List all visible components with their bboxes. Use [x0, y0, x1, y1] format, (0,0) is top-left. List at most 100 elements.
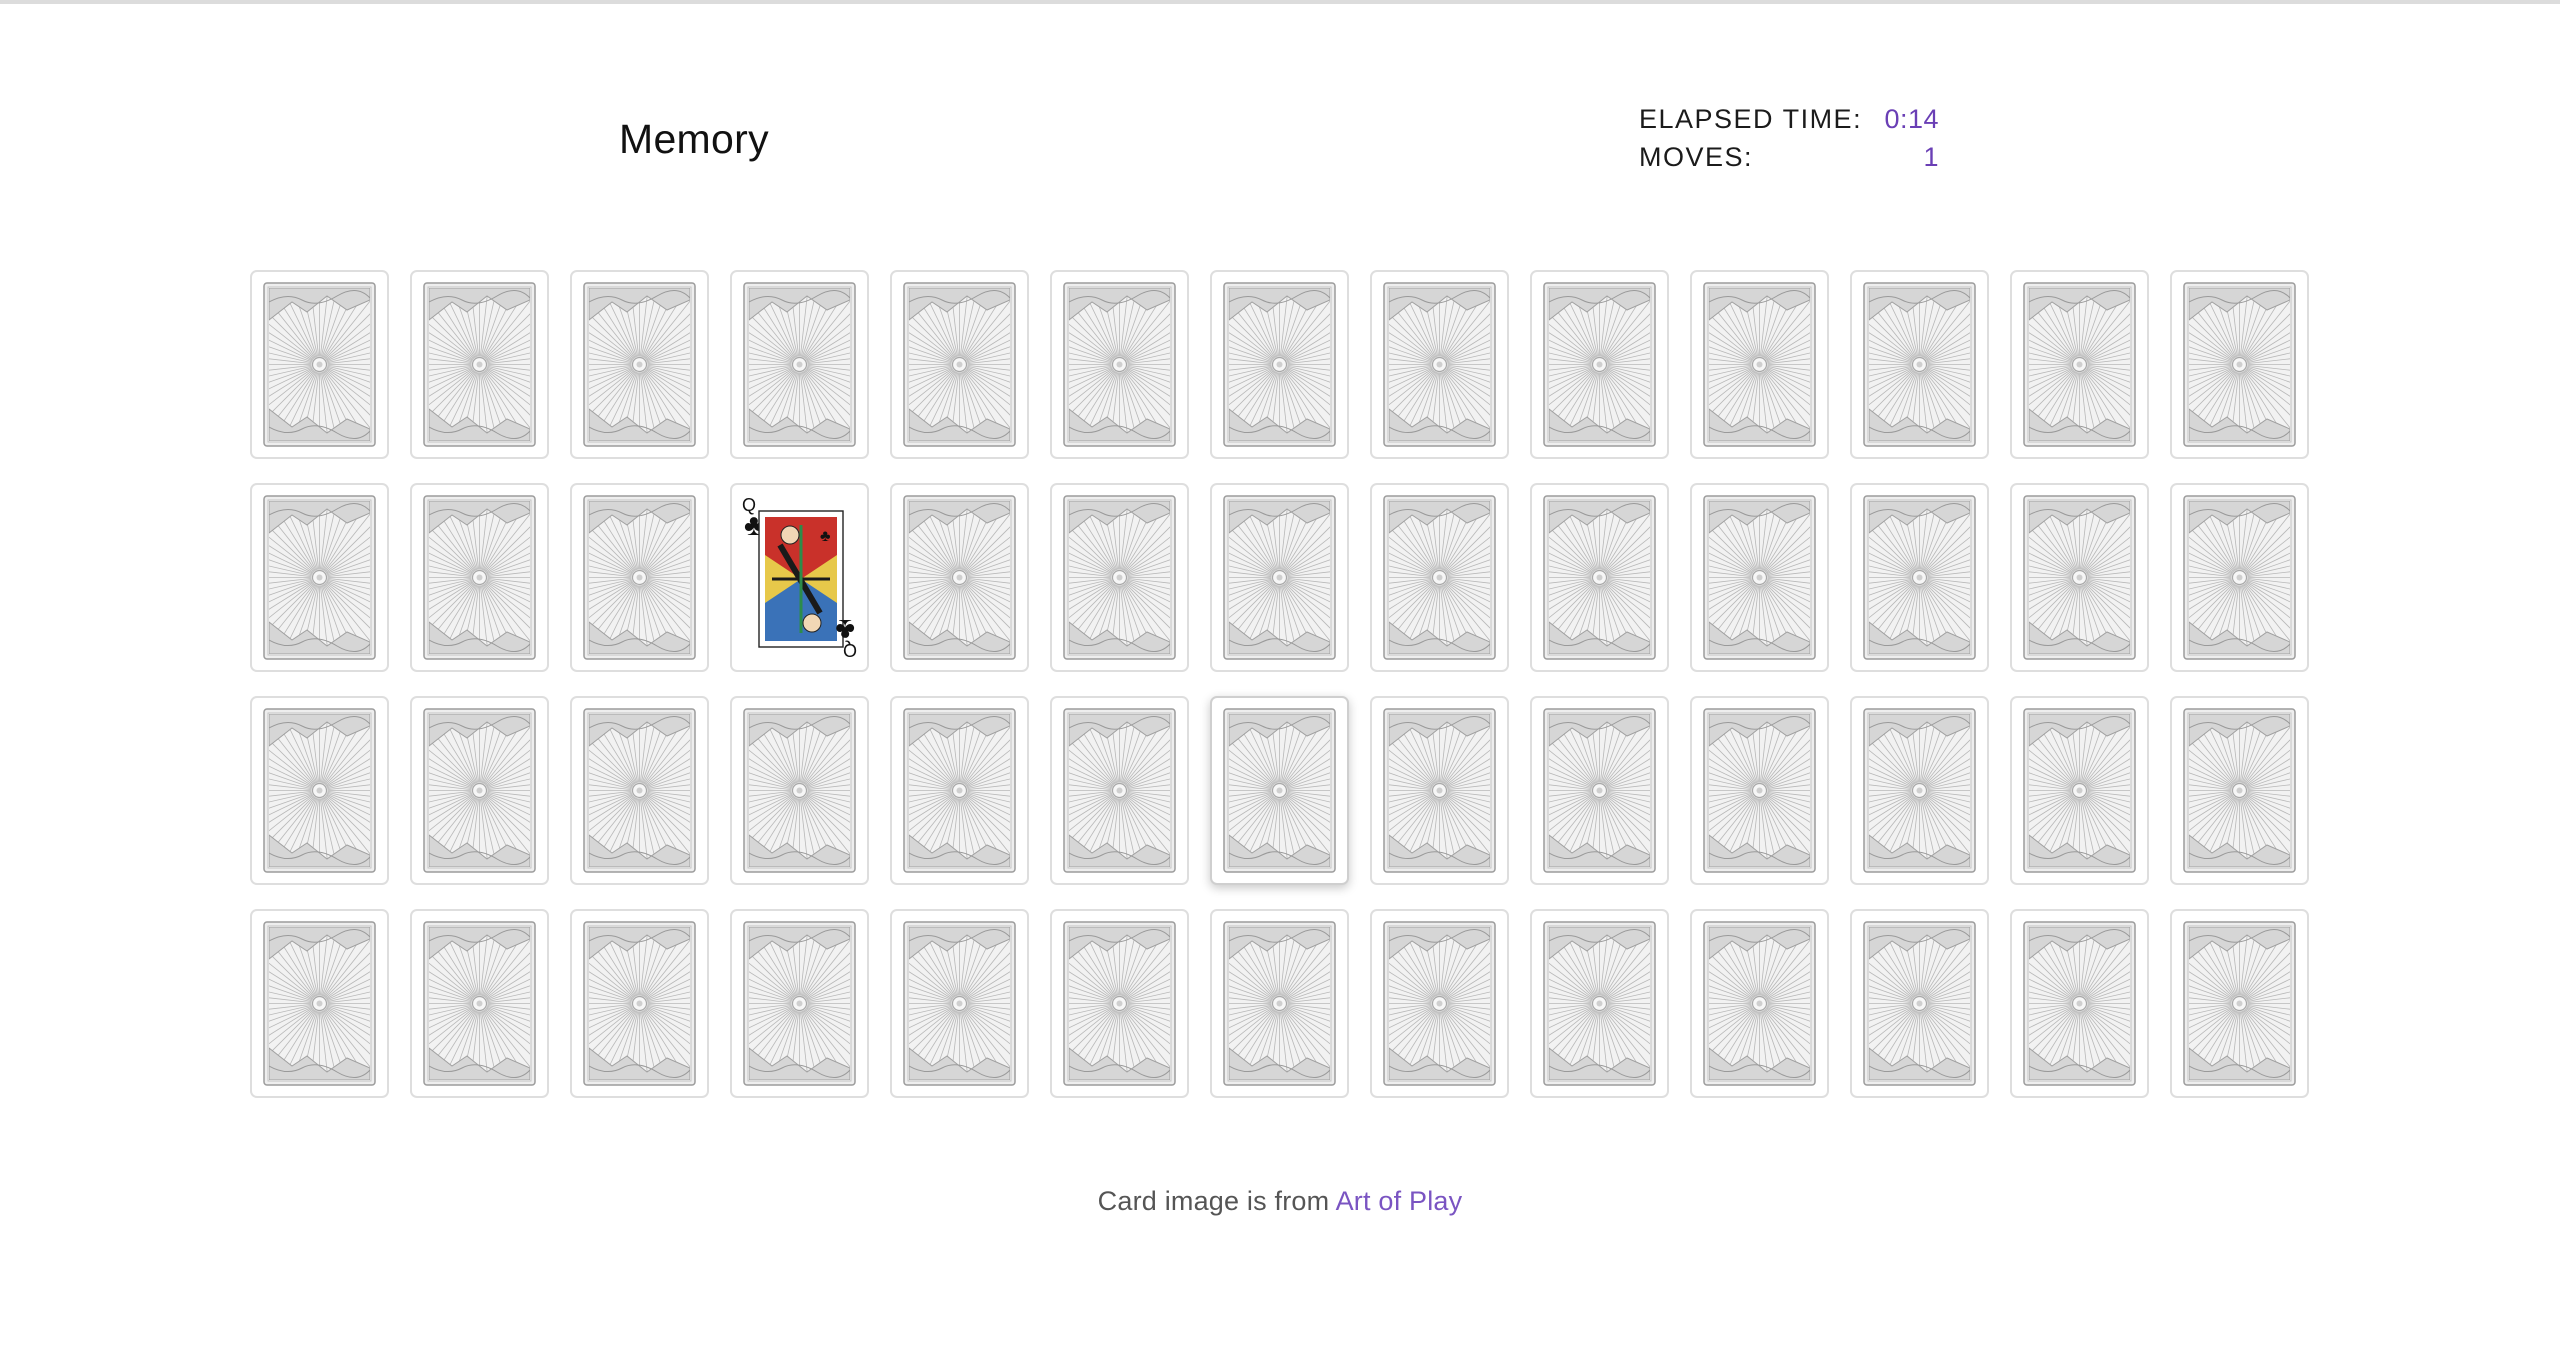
card-face-down[interactable]: [410, 483, 549, 672]
card-face-down[interactable]: [2170, 909, 2309, 1098]
card-face-down[interactable]: [730, 270, 869, 459]
card-back-art-icon: [2023, 708, 2136, 873]
card-back-art-icon: [903, 921, 1016, 1086]
card-back-art-icon: [583, 921, 696, 1086]
card-face-down[interactable]: [1050, 696, 1189, 885]
card-back-art-icon: [1543, 282, 1656, 447]
card-back-art-icon: [903, 708, 1016, 873]
card-back-art-icon: [423, 495, 536, 660]
card-face-down[interactable]: [250, 696, 389, 885]
footer-text: Card image is from: [1097, 1186, 1330, 1216]
card-face-down[interactable]: [2010, 270, 2149, 459]
page-title: Memory: [619, 116, 769, 162]
card-back-art-icon: [1703, 921, 1816, 1086]
elapsed-time-label: ELAPSED TIME:: [1639, 104, 1863, 134]
card-face-down[interactable]: [570, 696, 709, 885]
card-back-art-icon: [1383, 708, 1496, 873]
card-face-down[interactable]: [410, 696, 549, 885]
card-back-art-icon: [1543, 708, 1656, 873]
card-face-down[interactable]: [1850, 270, 1989, 459]
card-face-down[interactable]: [1370, 483, 1509, 672]
card-back-art-icon: [2023, 495, 2136, 660]
card-back-art-icon: [1703, 495, 1816, 660]
top-divider: [0, 0, 2560, 4]
card-face-down[interactable]: [250, 909, 389, 1098]
card-back-art-icon: [1223, 282, 1336, 447]
game-stats: ELAPSED TIME: 0:14 MOVES: 1: [1639, 100, 1939, 176]
card-face-down[interactable]: [1050, 909, 1189, 1098]
moves-value: 1: [1923, 142, 1939, 172]
card-back-art-icon: [1543, 921, 1656, 1086]
card-back-art-icon: [743, 282, 856, 447]
card-back-art-icon: [743, 708, 856, 873]
card-face-down[interactable]: [1210, 483, 1349, 672]
card-face-down[interactable]: [1370, 909, 1509, 1098]
card-face-down[interactable]: [250, 483, 389, 672]
card-back-art-icon: [583, 708, 696, 873]
card-face-down[interactable]: [1530, 270, 1669, 459]
card-back-art-icon: [1223, 708, 1336, 873]
card-face-down[interactable]: [250, 270, 389, 459]
card-face-down[interactable]: [1690, 483, 1829, 672]
card-face-down[interactable]: [2170, 483, 2309, 672]
card-face-down[interactable]: [1690, 909, 1829, 1098]
card-back-art-icon: [1863, 282, 1976, 447]
card-face-down[interactable]: [890, 696, 1029, 885]
card-face-down[interactable]: [2010, 483, 2149, 672]
card-face-down[interactable]: [1530, 696, 1669, 885]
card-face-down[interactable]: [570, 270, 709, 459]
card-face-down[interactable]: [410, 270, 549, 459]
card-face-down[interactable]: [1850, 696, 1989, 885]
card-back-art-icon: [2183, 921, 2296, 1086]
card-face-down[interactable]: [1050, 270, 1189, 459]
card-back-art-icon: [903, 282, 1016, 447]
card-back-art-icon: [1383, 921, 1496, 1086]
card-back-art-icon: [1863, 495, 1976, 660]
card-back-art-icon: [423, 921, 536, 1086]
card-face-down[interactable]: [1690, 270, 1829, 459]
card-face-down[interactable]: [1370, 696, 1509, 885]
card-face-up[interactable]: Q ♣ ♣ Q ♣: [730, 483, 869, 672]
card-face-down[interactable]: [1210, 696, 1349, 885]
card-face-down[interactable]: [1370, 270, 1509, 459]
card-back-art-icon: [2023, 921, 2136, 1086]
card-back-art-icon: [2183, 708, 2296, 873]
card-face-down[interactable]: [1850, 909, 1989, 1098]
card-face-down[interactable]: [730, 909, 869, 1098]
card-face-down[interactable]: [410, 909, 549, 1098]
card-back-art-icon: [1063, 708, 1176, 873]
card-face-down[interactable]: [890, 909, 1029, 1098]
card-back-art-icon: [1543, 495, 1656, 660]
card-face-down[interactable]: [1850, 483, 1989, 672]
elapsed-time-value: 0:14: [1884, 104, 1939, 134]
elapsed-time-row: ELAPSED TIME: 0:14: [1639, 100, 1939, 138]
card-face-down[interactable]: [1530, 909, 1669, 1098]
card-face-down[interactable]: [890, 270, 1029, 459]
card-face-down[interactable]: [2170, 270, 2309, 459]
card-face-down[interactable]: [1690, 696, 1829, 885]
queen-of-clubs-face: Q♣ ♣Q♣: [742, 495, 857, 660]
card-face-down[interactable]: [2010, 909, 2149, 1098]
card-back-art-icon: [263, 495, 376, 660]
moves-row: MOVES: 1: [1639, 138, 1939, 176]
card-back-art-icon: [743, 921, 856, 1086]
card-face-down[interactable]: [570, 483, 709, 672]
card-face-down[interactable]: [2010, 696, 2149, 885]
card-face-down[interactable]: [2170, 696, 2309, 885]
card-back-art-icon: [2183, 282, 2296, 447]
card-back-art-icon: [1383, 282, 1496, 447]
card-face-down[interactable]: [1050, 483, 1189, 672]
svg-text:♣: ♣: [820, 528, 831, 545]
card-back-art-icon: [1063, 921, 1176, 1086]
card-back-art-icon: [1383, 495, 1496, 660]
card-face-down[interactable]: [1530, 483, 1669, 672]
card-back-art-icon: [2183, 495, 2296, 660]
card-face-down[interactable]: [1210, 270, 1349, 459]
card-face-down[interactable]: [890, 483, 1029, 672]
card-back-art-icon: [1863, 708, 1976, 873]
art-of-play-link[interactable]: Art of Play: [1336, 1186, 1463, 1216]
card-face-down[interactable]: [730, 696, 869, 885]
card-back-art-icon: [1223, 921, 1336, 1086]
card-face-down[interactable]: [1210, 909, 1349, 1098]
card-face-down[interactable]: [570, 909, 709, 1098]
